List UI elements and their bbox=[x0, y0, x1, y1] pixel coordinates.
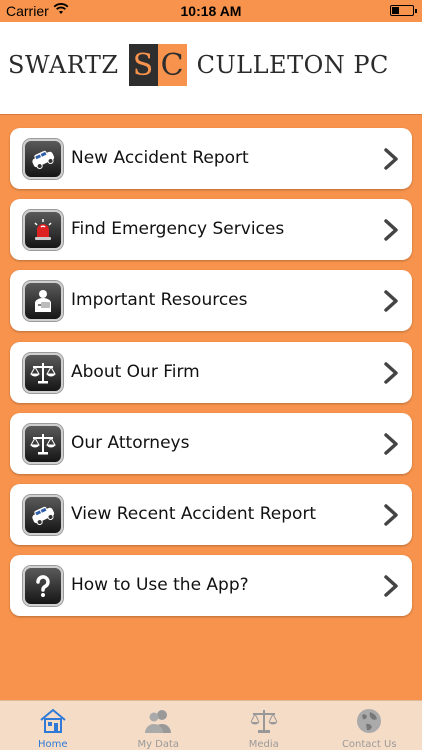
tab-label: Contact Us bbox=[341, 739, 397, 750]
chevron-right-icon bbox=[384, 504, 398, 526]
menu-item-view-recent-accident-report[interactable]: View Recent Accident Report bbox=[10, 483, 412, 545]
logo-word-left: SWARTZ bbox=[8, 51, 119, 79]
chevron-right-icon bbox=[384, 219, 398, 241]
menu-item-how-to-use-the-app[interactable]: How to Use the App? bbox=[10, 555, 412, 617]
scales-of-justice-icon bbox=[23, 423, 63, 464]
header: SWARTZ S C CULLETON PC bbox=[0, 22, 422, 115]
menu-item-about-our-firm[interactable]: About Our Firm bbox=[10, 341, 412, 403]
scales-of-justice-icon bbox=[23, 352, 63, 393]
menu-item-new-accident-report[interactable]: New Accident Report bbox=[10, 128, 412, 189]
tab-media[interactable]: Media bbox=[211, 701, 317, 750]
home-icon bbox=[40, 708, 66, 733]
chevron-right-icon bbox=[384, 361, 398, 384]
injured-person-icon bbox=[23, 281, 63, 322]
battery-level bbox=[392, 7, 399, 14]
chevron-right-icon bbox=[384, 433, 398, 455]
menu-item-label: Important Resources bbox=[71, 290, 248, 311]
car-crash-icon bbox=[23, 494, 63, 535]
users-icon bbox=[145, 710, 172, 733]
menu-item-our-attorneys[interactable]: Our Attorneys bbox=[10, 412, 412, 474]
menu-item-label: New Accident Report bbox=[71, 148, 249, 168]
logo-monogram-s: S bbox=[128, 44, 158, 86]
logo-monogram: S C bbox=[128, 44, 187, 86]
tab-home[interactable]: Home bbox=[0, 701, 106, 750]
tab-my-data[interactable]: My Data bbox=[106, 701, 212, 750]
car-crash-icon bbox=[23, 139, 63, 179]
scales-icon bbox=[250, 710, 278, 733]
tab-label: Media bbox=[248, 739, 279, 750]
chevron-right-icon bbox=[384, 290, 398, 313]
tab-contact-us[interactable]: Contact Us bbox=[317, 701, 422, 750]
globe-icon bbox=[357, 709, 382, 733]
menu-item-label: About Our Firm bbox=[71, 361, 200, 382]
chevron-right-icon bbox=[384, 148, 398, 170]
menu-item-label: Our Attorneys bbox=[71, 432, 190, 453]
menu-item-label: View Recent Accident Report bbox=[71, 503, 317, 524]
siren-icon bbox=[23, 210, 63, 251]
main-menu: New Accident Report Find Emergency Servi… bbox=[10, 128, 412, 626]
firm-logo: SWARTZ S C CULLETON PC bbox=[8, 44, 389, 86]
chevron-right-icon bbox=[384, 575, 398, 597]
battery-icon bbox=[390, 5, 417, 16]
status-time: 10:18 AM bbox=[180, 3, 242, 19]
menu-item-label: Find Emergency Services bbox=[71, 219, 285, 240]
logo-monogram-c: C bbox=[157, 44, 187, 86]
question-mark-icon bbox=[23, 566, 63, 607]
menu-item-label: How to Use the App? bbox=[71, 575, 249, 596]
status-bar: Carrier 10:18 AM bbox=[0, 0, 422, 22]
menu-item-find-emergency-services[interactable]: Find Emergency Services bbox=[10, 199, 412, 261]
tab-label: Home bbox=[37, 739, 68, 750]
tab-bar: Home My Data Media Contact Us bbox=[0, 700, 422, 750]
logo-word-right: CULLETON PC bbox=[196, 51, 389, 79]
menu-item-important-resources[interactable]: Important Resources bbox=[10, 270, 412, 332]
tab-label: My Data bbox=[137, 739, 180, 750]
